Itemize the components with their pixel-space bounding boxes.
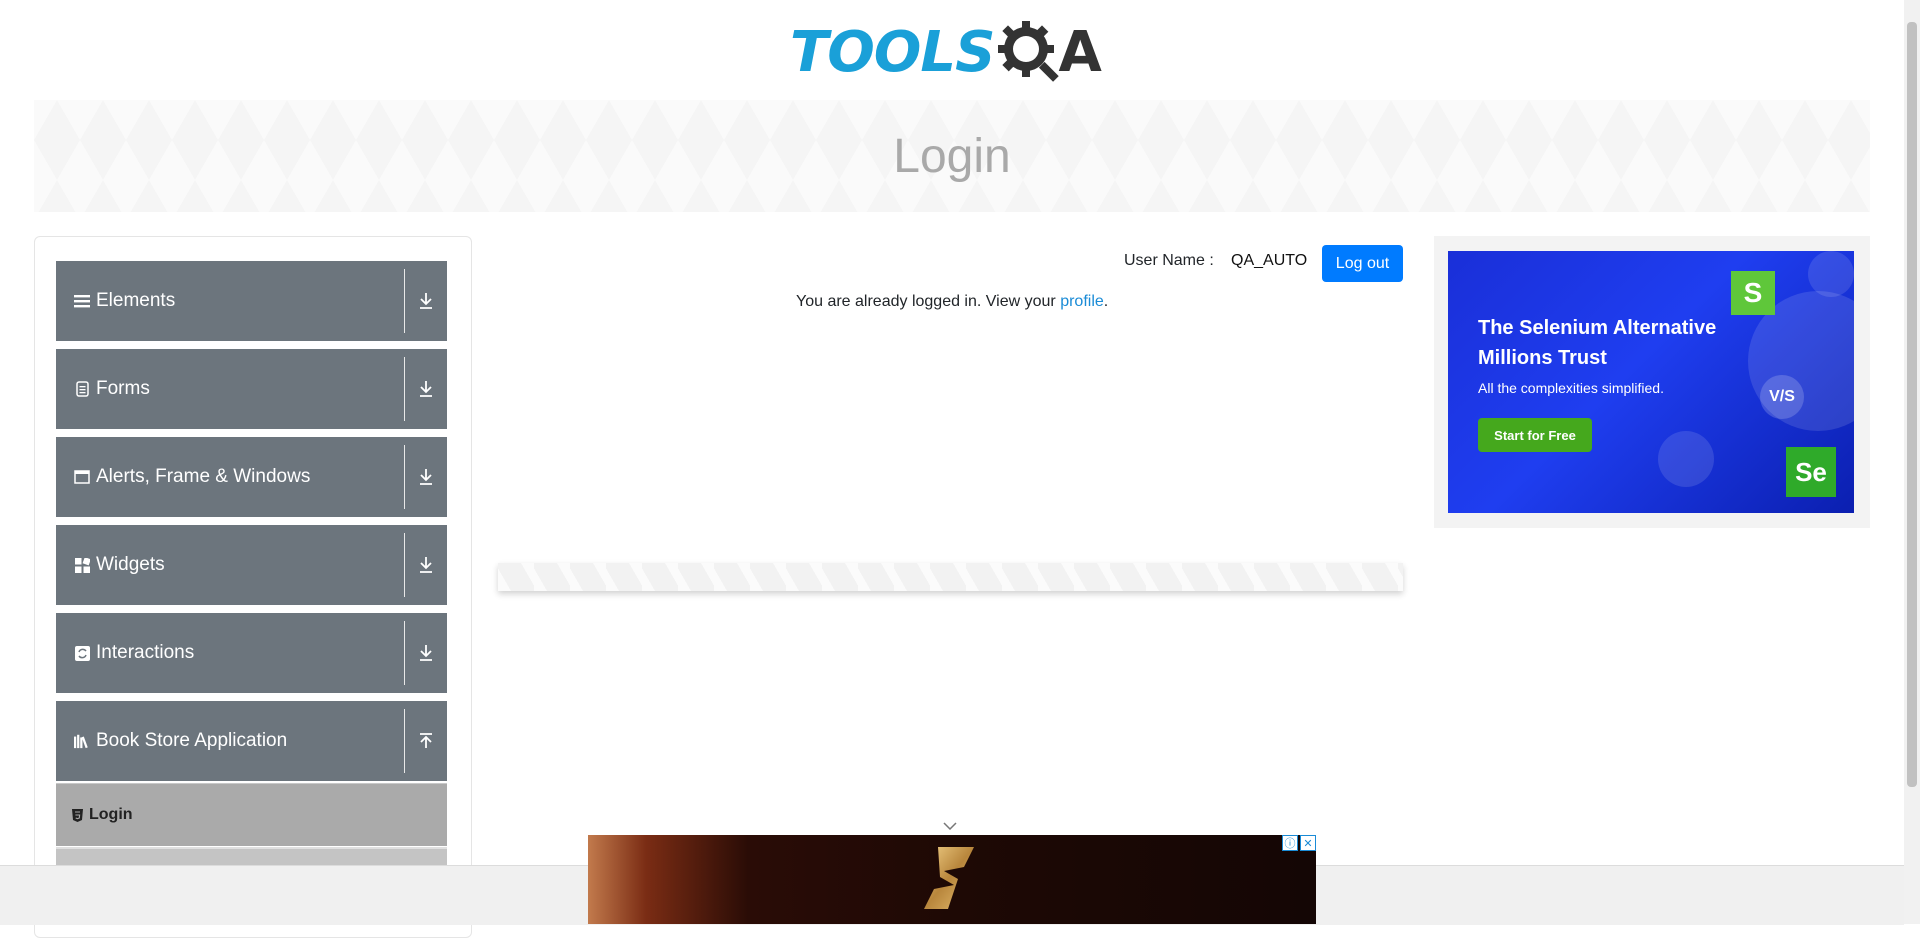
ad-vs-badge: V/S xyxy=(1760,375,1804,419)
scrollbar-thumb[interactable] xyxy=(1907,22,1917,787)
ad-s-badge: S xyxy=(1731,271,1775,315)
widgets-icon xyxy=(74,557,90,573)
logged-in-message: You are already logged in. View your pro… xyxy=(796,293,1108,311)
selenium-ad[interactable]: The Selenium Alternative Millions Trust … xyxy=(1448,251,1854,513)
document-icon xyxy=(74,381,90,397)
sidebar-group-widgets[interactable]: Widgets xyxy=(56,525,447,605)
vertical-scrollbar[interactable] xyxy=(1904,0,1920,924)
sidebar: Elements Forms Alerts, Frame & Windows W… xyxy=(34,236,472,938)
logo-a-text: A xyxy=(1058,19,1102,85)
ad-headline-line2: Millions Trust xyxy=(1478,347,1607,369)
html5-icon xyxy=(72,808,83,822)
ad-controls: ⓘ ✕ xyxy=(1282,835,1316,851)
sidebar-group-elements[interactable]: Elements xyxy=(56,261,447,341)
page-banner: Login xyxy=(34,100,1870,212)
ad-brand-logo-icon xyxy=(924,847,974,909)
page-title: Login xyxy=(893,129,1011,183)
sidebar-group-label: Alerts, Frame & Windows xyxy=(96,466,311,487)
download-arrow-icon[interactable] xyxy=(405,468,447,486)
sidebar-item-login[interactable]: Login xyxy=(56,783,447,846)
logo-tools-text: TOOLS xyxy=(790,19,995,85)
message-text: You are already logged in. View your xyxy=(796,293,1061,310)
sidebar-group-book-store[interactable]: Book Store Application xyxy=(56,701,447,781)
logout-button[interactable]: Log out xyxy=(1322,245,1403,282)
sidebar-group-forms[interactable]: Forms xyxy=(56,349,447,429)
sidebar-group-label: Forms xyxy=(96,378,150,399)
ad-ring xyxy=(1808,251,1854,297)
chevron-down-icon[interactable] xyxy=(943,817,957,835)
ad-se-badge: Se xyxy=(1786,447,1836,497)
download-arrow-icon[interactable] xyxy=(405,556,447,574)
upload-arrow-icon[interactable] xyxy=(405,732,447,750)
books-icon xyxy=(74,733,90,749)
ad-cta-button[interactable]: Start for Free xyxy=(1478,418,1592,452)
ad-ring xyxy=(1658,431,1714,487)
message-period: . xyxy=(1103,293,1109,310)
sidebar-item-label: Login xyxy=(89,806,133,823)
user-name-label: User Name : xyxy=(1124,252,1214,269)
info-icon[interactable]: ⓘ xyxy=(1282,835,1298,851)
bottom-banner-ad[interactable]: ⓘ ✕ xyxy=(588,835,1316,924)
close-icon[interactable]: ✕ xyxy=(1300,835,1316,851)
download-arrow-icon[interactable] xyxy=(405,644,447,662)
sidebar-group-label: Interactions xyxy=(96,642,195,663)
sidebar-group-label: Widgets xyxy=(96,554,165,575)
download-arrow-icon[interactable] xyxy=(405,292,447,310)
sidebar-group-label: Book Store Application xyxy=(96,730,288,751)
ad-headline: The Selenium Alternative Millions Trust xyxy=(1478,313,1716,373)
decorative-strip xyxy=(498,563,1403,591)
ad-subtext: All the complexities simplified. xyxy=(1478,380,1664,396)
toolsqa-logo[interactable]: TOOLS A xyxy=(790,14,1120,90)
ad-headline-line1: The Selenium Alternative xyxy=(1478,317,1717,339)
sidebar-group-alerts[interactable]: Alerts, Frame & Windows xyxy=(56,437,447,517)
interactions-icon xyxy=(74,645,90,661)
gear-magnifier-icon xyxy=(996,19,1062,85)
download-arrow-icon[interactable] xyxy=(405,380,447,398)
user-name-value: QA_AUTO xyxy=(1231,252,1308,269)
sidebar-group-label: Elements xyxy=(96,290,176,311)
hamburger-icon xyxy=(74,293,90,309)
window-icon xyxy=(74,469,90,485)
profile-link[interactable]: profile xyxy=(1060,293,1104,310)
sidebar-group-interactions[interactable]: Interactions xyxy=(56,613,447,693)
